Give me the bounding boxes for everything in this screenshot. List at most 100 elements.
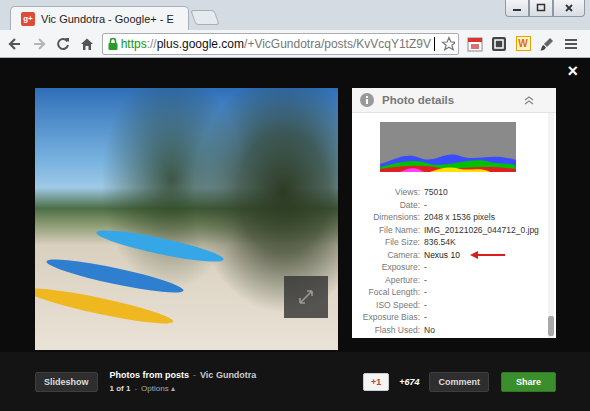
panel-title: Photo details bbox=[382, 94, 454, 106]
reload-icon bbox=[55, 36, 71, 52]
reload-button[interactable] bbox=[52, 33, 74, 55]
back-button[interactable] bbox=[4, 33, 26, 55]
w-extension-label: W bbox=[516, 36, 531, 51]
chrome-menu-button[interactable] bbox=[560, 33, 582, 55]
capture-icon bbox=[491, 36, 507, 52]
lightbox-stage: Photo details Views: 75010 Date: - Dimen… bbox=[0, 58, 590, 352]
close-icon bbox=[564, 3, 574, 13]
slideshow-button[interactable]: Slideshow bbox=[35, 372, 98, 392]
brush-extension[interactable] bbox=[536, 33, 558, 55]
detail-value: No bbox=[420, 324, 435, 337]
separator: - bbox=[134, 384, 137, 393]
detail-value: - bbox=[420, 199, 427, 212]
detail-label: Focal Length: bbox=[352, 286, 420, 299]
detail-label: File Size: bbox=[352, 236, 420, 249]
detail-label: ISO Speed: bbox=[352, 299, 420, 312]
detail-value: 836.54K bbox=[420, 236, 456, 249]
window-controls bbox=[505, 0, 585, 17]
detail-value: - bbox=[420, 299, 427, 312]
w-extension[interactable]: W bbox=[512, 33, 534, 55]
info-icon bbox=[360, 93, 374, 107]
minimize-button[interactable] bbox=[505, 0, 529, 17]
detail-label: Dimensions: bbox=[352, 211, 420, 224]
detail-value: - bbox=[420, 286, 427, 299]
google-plus-icon: g+ bbox=[21, 12, 35, 26]
detail-row: Dimensions: 2048 x 1536 pixels bbox=[352, 211, 547, 224]
photo-position: 1 of 1 bbox=[110, 384, 131, 393]
detail-row: Date: - bbox=[352, 199, 547, 212]
photo-lightbox: × Photo details Views: 75010 Date: - Dim… bbox=[0, 58, 590, 411]
detail-label: Camera: bbox=[352, 249, 420, 262]
screenshot-extension[interactable] bbox=[488, 33, 510, 55]
menu-icon bbox=[564, 37, 578, 51]
detail-value: 2048 x 1536 pixels bbox=[420, 211, 495, 224]
new-tab-button[interactable] bbox=[190, 10, 219, 25]
detail-row: Flash Used: No bbox=[352, 324, 547, 337]
detail-label: Exposure: bbox=[352, 261, 420, 274]
minimize-icon bbox=[512, 3, 522, 13]
detail-row: Camera: Nexus 10 bbox=[352, 249, 547, 262]
histogram bbox=[380, 122, 516, 172]
detail-label: Date: bbox=[352, 199, 420, 212]
detail-row: Exposure: - bbox=[352, 261, 547, 274]
red-arrow-icon bbox=[470, 251, 506, 259]
detail-value: 75010 bbox=[420, 186, 448, 199]
brush-icon bbox=[539, 36, 555, 52]
collapse-icon[interactable] bbox=[524, 95, 534, 105]
back-arrow-icon bbox=[7, 36, 23, 52]
panel-header[interactable]: Photo details bbox=[352, 88, 556, 113]
kayak bbox=[95, 225, 225, 268]
close-lightbox-button[interactable]: × bbox=[567, 62, 578, 80]
photo-details-panel: Photo details Views: 75010 Date: - Dimen… bbox=[352, 88, 556, 338]
fullscreen-button[interactable] bbox=[284, 276, 328, 318]
detail-row: File Size: 836.54K bbox=[352, 236, 547, 249]
owner-link[interactable]: Vic Gundotra bbox=[200, 370, 256, 380]
home-button[interactable] bbox=[76, 33, 98, 55]
tab-title: Vic Gundotra - Google+ - E bbox=[41, 13, 174, 25]
detail-label: File Name: bbox=[352, 224, 420, 237]
details-rows: Views: 75010 Date: - Dimensions: 2048 x … bbox=[352, 186, 547, 336]
options-menu[interactable]: Options ▴ bbox=[141, 384, 175, 393]
address-bar[interactable]: https://plus.google.com/+VicGundotra/pos… bbox=[102, 33, 459, 55]
detail-row: ISO Speed: - bbox=[352, 299, 547, 312]
toolbar: https://plus.google.com/+VicGundotra/pos… bbox=[0, 30, 590, 58]
maximize-button[interactable] bbox=[529, 0, 553, 17]
calendar-extension[interactable] bbox=[464, 33, 486, 55]
detail-row: File Name: IMG_20121026_044712_0.jpg bbox=[352, 224, 547, 237]
lock-icon bbox=[107, 37, 118, 51]
album-link[interactable]: Photos from posts bbox=[110, 370, 190, 380]
separator: - bbox=[193, 370, 196, 380]
detail-value: - bbox=[420, 311, 427, 324]
detail-row: Views: 75010 bbox=[352, 186, 547, 199]
plus-one-button[interactable]: +1 bbox=[363, 373, 389, 391]
close-window-button[interactable] bbox=[553, 0, 585, 17]
forward-button[interactable] bbox=[28, 33, 50, 55]
photo[interactable] bbox=[35, 88, 338, 350]
extensions: W bbox=[464, 33, 582, 55]
lightbox-footer: Slideshow Photos from posts - Vic Gundot… bbox=[0, 352, 590, 411]
detail-row: Aperture: - bbox=[352, 274, 547, 287]
calendar-icon bbox=[467, 36, 483, 52]
panel-body: Views: 75010 Date: - Dimensions: 2048 x … bbox=[352, 113, 556, 338]
share-button[interactable]: Share bbox=[501, 372, 556, 392]
url-text: https://plus.google.com/+VicGundotra/pos… bbox=[121, 37, 431, 51]
bookmark-star-icon[interactable] bbox=[441, 36, 455, 52]
scrollbar[interactable] bbox=[548, 113, 554, 338]
detail-label: Views: bbox=[352, 186, 420, 199]
detail-label: Flash Used: bbox=[352, 324, 420, 337]
title-bar: g+ Vic Gundotra - Google+ - E bbox=[0, 0, 590, 30]
details-list: Views: 75010 Date: - Dimensions: 2048 x … bbox=[352, 113, 547, 338]
detail-value: - bbox=[420, 274, 427, 287]
plus-one-count: +674 bbox=[399, 377, 419, 387]
detail-value: IMG_20121026_044712_0.jpg bbox=[420, 224, 539, 237]
detail-row: Exposure Bias: - bbox=[352, 311, 547, 324]
comment-button[interactable]: Comment bbox=[429, 372, 489, 392]
browser-window: g+ Vic Gundotra - Google+ - E https://pl… bbox=[0, 0, 590, 411]
detail-label: Aperture: bbox=[352, 274, 420, 287]
detail-value: Nexus 10 bbox=[420, 249, 460, 262]
scrollbar-thumb[interactable] bbox=[548, 316, 554, 336]
browser-tab[interactable]: g+ Vic Gundotra - Google+ - E bbox=[10, 6, 189, 30]
album-info: Photos from posts - Vic Gundotra 1 of 1 … bbox=[110, 370, 257, 393]
forward-arrow-icon bbox=[31, 36, 47, 52]
detail-value: - bbox=[420, 261, 427, 274]
